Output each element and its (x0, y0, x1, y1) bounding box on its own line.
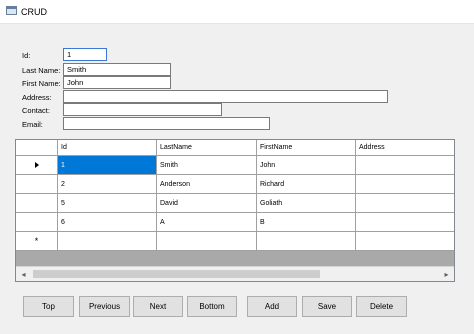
table-cell[interactable]: 2 (58, 175, 157, 193)
table-cell[interactable] (356, 156, 454, 174)
new-row-marker: * (34, 235, 39, 246)
address-label: Address: (22, 93, 52, 102)
add-button[interactable]: Add (247, 296, 297, 317)
window-form-icon (6, 6, 17, 15)
scroll-right-icon[interactable]: ▸ (439, 267, 454, 281)
table-cell[interactable]: John (257, 156, 356, 174)
table-cell[interactable]: 5 (58, 194, 157, 212)
table-cell[interactable]: B (257, 213, 356, 231)
next-button[interactable]: Next (133, 296, 183, 317)
table-cell[interactable] (356, 175, 454, 193)
row-header[interactable] (16, 194, 58, 212)
row-header[interactable]: * (16, 232, 58, 250)
table-row[interactable]: 1 Smith John (16, 156, 454, 175)
email-label: Email: (22, 120, 43, 129)
table-row[interactable]: 6 A B (16, 213, 454, 232)
table-row[interactable]: 2 Anderson Richard (16, 175, 454, 194)
delete-button[interactable]: Delete (356, 296, 407, 317)
row-header[interactable] (16, 156, 58, 174)
table-cell[interactable]: 6 (58, 213, 157, 231)
table-cell[interactable]: A (157, 213, 257, 231)
table-cell[interactable] (257, 232, 356, 250)
table-cell[interactable]: Anderson (157, 175, 257, 193)
table-cell[interactable]: Smith (157, 156, 257, 174)
save-button[interactable]: Save (302, 296, 352, 317)
scroll-left-icon[interactable]: ◂ (16, 267, 31, 281)
table-row[interactable]: 5 David Goliath (16, 194, 454, 213)
top-button[interactable]: Top (23, 296, 74, 317)
address-field[interactable] (63, 90, 388, 103)
table-cell[interactable] (356, 194, 454, 212)
table-cell[interactable]: 1 (58, 156, 157, 174)
first-name-field[interactable] (63, 76, 171, 89)
scrollbar-thumb[interactable] (33, 270, 320, 278)
grid-header: Id LastName FirstName Address (16, 140, 454, 156)
table-cell[interactable] (157, 232, 257, 250)
last-name-label: Last Name: (22, 66, 61, 75)
column-header-firstname[interactable]: FirstName (257, 140, 356, 155)
bottom-button[interactable]: Bottom (187, 296, 237, 317)
table-cell[interactable]: David (157, 194, 257, 212)
table-cell[interactable]: Richard (257, 175, 356, 193)
column-header-id[interactable]: Id (58, 140, 157, 155)
email-field[interactable] (63, 117, 270, 130)
grid-corner-header[interactable] (16, 140, 58, 155)
table-cell[interactable] (356, 232, 454, 250)
column-header-address[interactable]: Address (356, 140, 454, 155)
table-cell[interactable] (58, 232, 157, 250)
previous-button[interactable]: Previous (79, 296, 130, 317)
contact-label: Contact: (22, 106, 50, 115)
last-name-field[interactable] (63, 63, 171, 76)
first-name-label: First Name: (22, 79, 61, 88)
horizontal-scrollbar[interactable]: ◂ ▸ (16, 266, 454, 281)
table-cell[interactable]: Goliath (257, 194, 356, 212)
column-header-lastname[interactable]: LastName (157, 140, 257, 155)
title-bar: CRUD (0, 0, 474, 24)
row-header[interactable] (16, 175, 58, 193)
new-row[interactable]: * (16, 232, 454, 251)
id-field[interactable] (63, 48, 107, 61)
contact-field[interactable] (63, 103, 222, 116)
row-header[interactable] (16, 213, 58, 231)
current-row-triangle-icon (34, 162, 39, 168)
table-cell[interactable] (356, 213, 454, 231)
records-grid[interactable]: Id LastName FirstName Address 1 Smith Jo… (15, 139, 455, 282)
id-label: Id: (22, 51, 31, 60)
window-title: CRUD (21, 7, 47, 17)
